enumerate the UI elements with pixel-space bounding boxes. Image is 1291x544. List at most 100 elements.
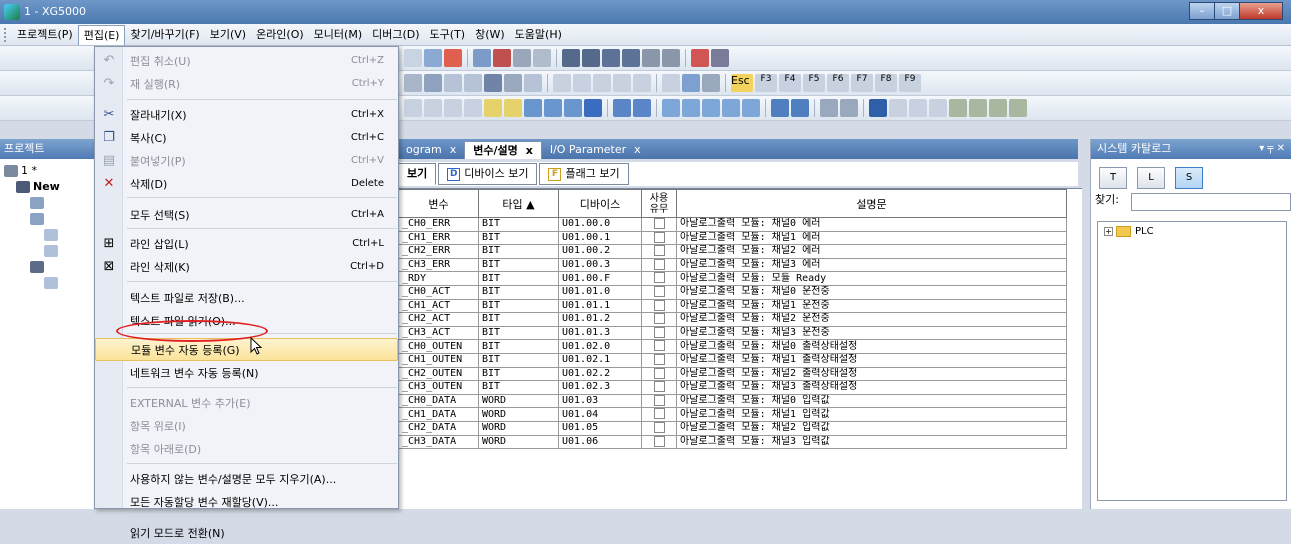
tree-node[interactable] <box>4 275 99 291</box>
menu-item-12[interactable]: 모듈 변수 자동 등록(G) <box>95 338 398 361</box>
toolbar-icon[interactable] <box>989 99 1007 117</box>
toolbar-icon[interactable] <box>662 49 680 67</box>
toolbar-icon[interactable] <box>633 99 651 117</box>
cell-used[interactable] <box>641 284 677 300</box>
toolbar-icon[interactable] <box>493 49 511 67</box>
table-row[interactable]: _CH1_DATA WORD U01.04 아날로그출력 모듈: 채널1 입력값 <box>398 407 1067 422</box>
cell-variable[interactable]: _CH0_ERR <box>398 217 479 232</box>
menu-item-8[interactable]: ⊞ 라인 삽입(L) Ctrl+L <box>95 232 398 255</box>
column-used[interactable]: 사용 유무 <box>641 189 677 218</box>
close-icon[interactable]: x <box>634 143 641 156</box>
cell-type[interactable]: BIT <box>478 244 559 259</box>
toolbar-icon[interactable] <box>869 99 887 117</box>
toolbar-icon[interactable] <box>504 74 522 92</box>
toolbar-icon[interactable] <box>820 99 838 117</box>
cell-device[interactable]: U01.02.0 <box>558 339 642 354</box>
cell-used[interactable] <box>641 257 677 273</box>
column-type[interactable]: 타입 ▲ <box>478 189 559 218</box>
toolbar-icon[interactable] <box>564 99 582 117</box>
cell-device[interactable]: U01.01.1 <box>558 298 642 314</box>
cell-description[interactable]: 아날로그출력 모듈: 채널1 입력값 <box>676 407 1067 422</box>
cell-device[interactable]: U01.05 <box>558 420 642 436</box>
menu-item-1[interactable]: ↶ 편집 취소(U) Ctrl+Z <box>95 49 398 72</box>
cell-type[interactable]: BIT <box>478 352 559 368</box>
find-icon[interactable] <box>582 49 600 67</box>
table-row[interactable]: _RDY BIT U01.00.F 아날로그출력 모듈: 모듈 Ready <box>398 271 1067 286</box>
key-f6-icon[interactable]: F6 <box>827 74 849 92</box>
cell-used[interactable] <box>641 230 677 246</box>
cell-description[interactable]: 아날로그출력 모듈: 채널2 입력값 <box>676 420 1067 436</box>
cell-type[interactable]: BIT <box>478 271 559 286</box>
key-f4-icon[interactable]: F4 <box>779 74 801 92</box>
toolbar-icon[interactable] <box>573 74 591 92</box>
used-checkbox[interactable] <box>653 422 665 433</box>
table-row[interactable]: _CH1_ERR BIT U01.00.1 아날로그출력 모듈: 채널1 에러 <box>398 230 1067 246</box>
cell-variable[interactable]: _CH2_ERR <box>398 244 479 259</box>
cell-type[interactable]: WORD <box>478 420 559 436</box>
toolbar-icon[interactable] <box>404 49 422 67</box>
toolbar-icon[interactable] <box>691 49 709 67</box>
key-esc-icon[interactable]: Esc <box>731 74 753 92</box>
table-row[interactable]: _CH2_ERR BIT U01.00.2 아날로그출력 모듈: 채널2 에러 <box>398 244 1067 259</box>
cell-used[interactable] <box>641 407 677 422</box>
menu-item-19[interactable]: 읽기 모드로 전환(N) <box>95 521 398 544</box>
menu-online[interactable]: 온라인(O) <box>251 25 309 45</box>
cell-used[interactable] <box>641 312 677 327</box>
cell-variable[interactable]: _CH0_ACT <box>398 284 479 300</box>
tree-node-root[interactable]: 1 * <box>4 163 99 179</box>
menu-item-3[interactable]: ✂ 잘라내기(X) Ctrl+X <box>95 103 398 126</box>
used-checkbox[interactable] <box>653 354 665 365</box>
menu-project[interactable]: 프로젝트(P) <box>12 25 78 45</box>
table-row[interactable]: _CH2_DATA WORD U01.05 아날로그출력 모듈: 채널2 입력값 <box>398 420 1067 436</box>
tab-io-parameter[interactable]: I/O Parameter x <box>542 141 649 159</box>
toolbar-icon[interactable] <box>909 99 927 117</box>
cell-type[interactable]: WORD <box>478 434 559 450</box>
cell-variable[interactable]: _CH1_ERR <box>398 230 479 246</box>
key-f8-icon[interactable]: F8 <box>875 74 897 92</box>
cell-used[interactable] <box>641 244 677 259</box>
menu-item-17[interactable]: 사용하지 않는 변수/설명문 모두 지우기(A)... <box>95 467 398 490</box>
cell-variable[interactable]: _CH1_ACT <box>398 298 479 314</box>
toolbar-icon[interactable] <box>444 99 462 117</box>
table-row[interactable]: _CH2_OUTEN BIT U01.02.2 아날로그출력 모듈: 채널2 출력상태… <box>398 366 1067 382</box>
catalog-tab-l[interactable]: L <box>1137 167 1165 189</box>
toolbar-icon[interactable] <box>404 74 422 92</box>
menu-item-16[interactable]: 항목 아래로(D) <box>95 437 398 460</box>
cell-used[interactable] <box>641 380 677 395</box>
menu-help[interactable]: 도움말(H) <box>510 25 567 45</box>
find-icon[interactable] <box>562 49 580 67</box>
toolbar-icon[interactable] <box>533 49 551 67</box>
cell-device[interactable]: U01.04 <box>558 407 642 422</box>
cell-used[interactable] <box>641 352 677 368</box>
toolbar-icon[interactable] <box>702 74 720 92</box>
panel-controls[interactable]: ▾ ╤ ✕ <box>1259 139 1285 159</box>
column-description[interactable]: 설명문 <box>676 189 1067 218</box>
cell-description[interactable]: 아날로그출력 모듈: 채널1 에러 <box>676 230 1067 246</box>
cell-type[interactable]: BIT <box>478 230 559 246</box>
cell-description[interactable]: 아날로그출력 모듈: 채널1 운전중 <box>676 298 1067 314</box>
close-icon[interactable]: x <box>450 143 457 156</box>
toolbar-icon[interactable] <box>424 99 442 117</box>
menu-item-2[interactable]: ↷ 재 실행(R) Ctrl+Y <box>95 72 398 95</box>
toolbar-icon[interactable] <box>1009 99 1027 117</box>
cell-device[interactable]: U01.01.3 <box>558 325 642 341</box>
menu-debug[interactable]: 디버그(D) <box>367 25 424 45</box>
cell-type[interactable]: BIT <box>478 312 559 327</box>
used-checkbox[interactable] <box>653 340 665 352</box>
used-checkbox[interactable] <box>653 408 665 420</box>
toolbar-icon[interactable] <box>949 99 967 117</box>
cell-variable[interactable]: _CH3_ACT <box>398 325 479 341</box>
column-device[interactable]: 디바이스 <box>558 189 642 218</box>
toolbar-icon[interactable] <box>711 49 729 67</box>
cell-description[interactable]: 아날로그출력 모듈: 채널3 입력값 <box>676 434 1067 450</box>
cell-variable[interactable]: _CH0_OUTEN <box>398 339 479 354</box>
cell-description[interactable]: 아날로그출력 모듈: 채널3 출력상태설정 <box>676 380 1067 395</box>
cell-description[interactable]: 아날로그출력 모듈: 채널3 운전중 <box>676 325 1067 341</box>
toolbar-icon[interactable] <box>682 74 700 92</box>
toolbar-icon[interactable] <box>404 99 422 117</box>
cell-type[interactable]: BIT <box>478 284 559 300</box>
toolbar-icon[interactable] <box>464 99 482 117</box>
cell-description[interactable]: 아날로그출력 모듈: 모듈 Ready <box>676 271 1067 286</box>
table-row[interactable]: _CH0_OUTEN BIT U01.02.0 아날로그출력 모듈: 채널0 출력상태… <box>398 339 1067 354</box>
toolbar-icon[interactable] <box>513 49 531 67</box>
